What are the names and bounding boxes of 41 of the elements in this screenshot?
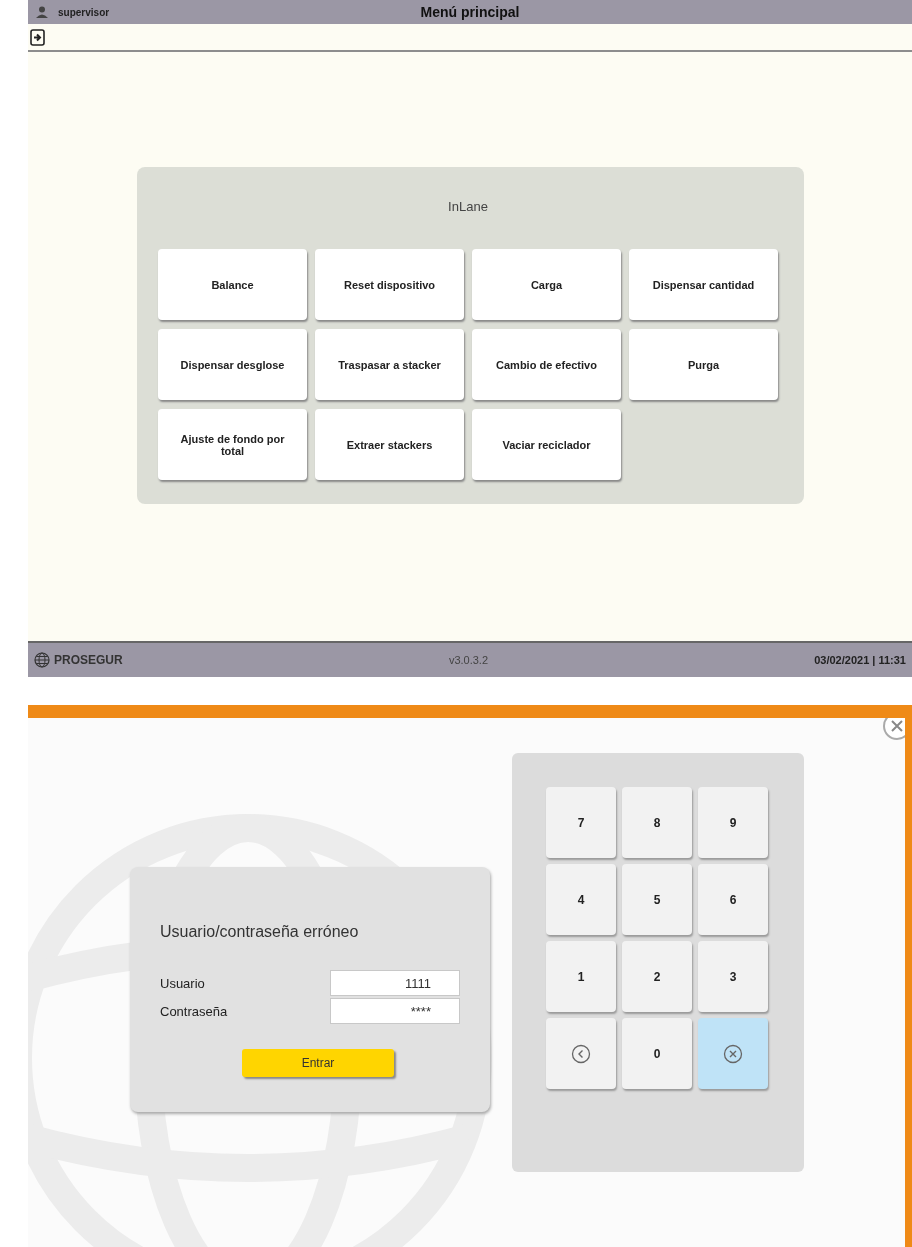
keypad-key[interactable]: [546, 1018, 616, 1089]
error-message: Usuario/contraseña erróneo: [160, 923, 360, 941]
field-label: Usuario: [160, 975, 205, 991]
panel-title: InLane: [448, 199, 488, 214]
keypad-key[interactable]: 7: [546, 787, 616, 858]
close-icon: [891, 720, 903, 732]
keypad-key[interactable]: 4: [546, 864, 616, 935]
keypad-key[interactable]: 0: [622, 1018, 692, 1089]
window-title: Menú principal: [420, 4, 520, 20]
user-icon: [36, 6, 48, 18]
menu-button[interactable]: Carga: [472, 249, 621, 320]
menu-button[interactable]: Ajuste de fondo por total: [158, 409, 307, 480]
logout-icon[interactable]: [30, 28, 46, 46]
keypad-key[interactable]: 2: [622, 941, 692, 1012]
date-time: 03/02/2021 | 11:31: [814, 654, 906, 666]
login-button[interactable]: Entrar: [242, 1049, 394, 1077]
keypad-key[interactable]: [698, 1018, 768, 1089]
input-field[interactable]: 1111: [330, 970, 460, 996]
menu-button[interactable]: Vaciar reciclador: [472, 409, 621, 480]
field-label: Contraseña: [160, 1003, 228, 1019]
globe-logo-icon: [34, 652, 50, 668]
keypad-key[interactable]: 5: [622, 864, 692, 935]
menu-button[interactable]: Dispensar cantidad: [629, 249, 778, 320]
close-circle-icon: [723, 1043, 743, 1064]
username: supervisor: [58, 6, 110, 18]
keypad-key[interactable]: 6: [698, 864, 768, 935]
menu-button[interactable]: Purga: [629, 329, 778, 400]
menu-button[interactable]: Reset dispositivo: [315, 249, 464, 320]
menu-button[interactable]: Dispensar desglose: [158, 329, 307, 400]
menu-button[interactable]: Traspasar a stacker: [315, 329, 464, 400]
input-field[interactable]: ****: [330, 998, 460, 1024]
keypad-key[interactable]: 1: [546, 941, 616, 1012]
menu-button[interactable]: Cambio de efectivo: [472, 329, 621, 400]
left-chevron-circle-icon: [571, 1043, 591, 1064]
menu-button[interactable]: Balance: [158, 249, 307, 320]
version-text: v3.0.3.2: [448, 654, 488, 666]
keypad-key[interactable]: 8: [622, 787, 692, 858]
keypad-key[interactable]: 3: [698, 941, 768, 1012]
keypad-key[interactable]: 9: [698, 787, 768, 858]
menu-button[interactable]: Extraer stackers: [315, 409, 464, 480]
brand-name: PROSEGUR: [54, 653, 123, 667]
